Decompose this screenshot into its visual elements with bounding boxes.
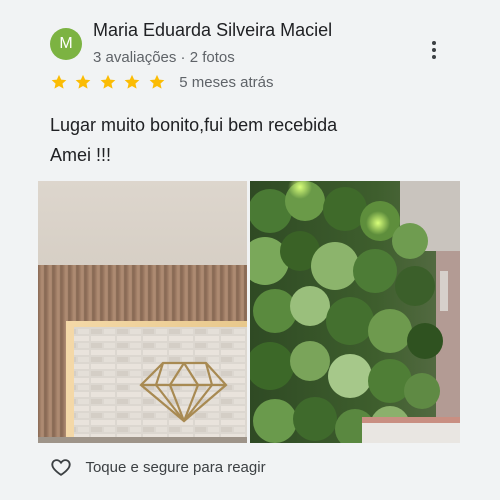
heart-outline-icon — [51, 459, 71, 476]
star-icon — [51, 74, 67, 89]
rating-row: 5 meses atrás — [50, 73, 273, 95]
green-wall-image — [250, 181, 460, 443]
more-options-icon[interactable] — [424, 36, 444, 64]
review-photos — [38, 181, 460, 443]
star-icon — [100, 74, 116, 89]
review-text: Lugar muito bonito,fui bem recebida Amei… — [50, 110, 470, 170]
review-card: M Maria Eduarda Silveira Maciel 3 avalia… — [0, 0, 500, 500]
author-name[interactable]: Maria Eduarda Silveira Maciel — [93, 20, 332, 41]
star-icon — [76, 74, 91, 89]
avatar[interactable]: M — [50, 28, 82, 60]
review-date: 5 meses atrás — [179, 73, 274, 91]
review-text-line: Lugar muito bonito,fui bem recebida — [50, 115, 338, 135]
review-text-line: Amei !!! — [50, 145, 112, 165]
reception-image — [38, 181, 247, 443]
review-photo-reception[interactable] — [38, 181, 247, 443]
star-icon — [125, 74, 140, 89]
review-photo-green-wall[interactable] — [250, 181, 460, 443]
star-rating — [50, 73, 168, 91]
author-meta: 3 avaliações · 2 fotos — [93, 49, 235, 66]
star-icon — [149, 74, 165, 89]
react-button[interactable]: Toque e segure para reagir — [50, 456, 266, 480]
react-label: Toque e segure para reagir — [85, 458, 266, 476]
